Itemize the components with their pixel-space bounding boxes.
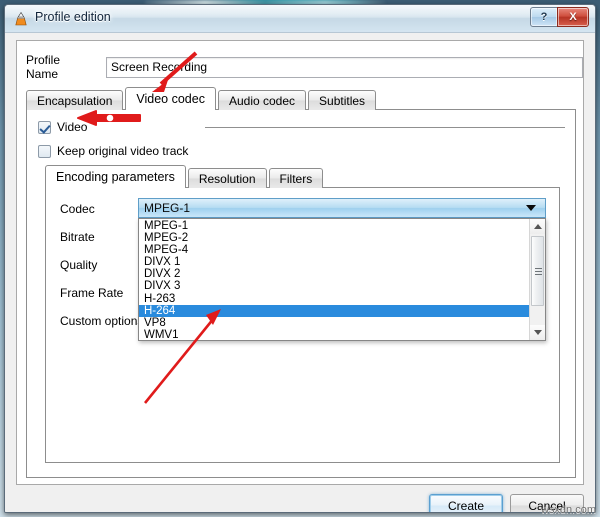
keep-original-track-checkbox[interactable] (38, 144, 51, 158)
codec-combobox-value: MPEG-1 (144, 201, 191, 215)
scrollbar-thumb[interactable] (531, 236, 544, 306)
bitrate-label: Bitrate (60, 230, 95, 244)
list-item[interactable]: DIVX 1 (139, 256, 529, 268)
dialog-content-panel: Profile Name Encapsulation Video codec A… (16, 40, 584, 485)
chevron-down-icon[interactable] (526, 205, 536, 211)
encoding-parameters-panel: Codec Bitrate Quality Frame Rate Custom … (45, 187, 560, 463)
profile-edition-dialog: Profile edition ? X Profile Name Encapsu… (4, 4, 596, 513)
video-codec-panel: Video Keep original video track Encoding… (26, 109, 576, 478)
vlc-cone-icon (15, 11, 27, 26)
profile-name-row: Profile Name (26, 53, 583, 81)
create-button[interactable]: Create (429, 494, 503, 512)
close-button[interactable]: X (557, 7, 589, 27)
tab-resolution[interactable]: Resolution (187, 168, 267, 188)
quality-label: Quality (60, 258, 98, 272)
tab-video-codec[interactable]: Video codec (125, 87, 216, 110)
video-checkbox-row[interactable]: Video (38, 120, 87, 134)
tab-audio-codec-label: Audio codec (228, 93, 296, 108)
tab-encoding-parameters-label: Encoding parameters (56, 170, 175, 184)
desktop-background: Profile edition ? X Profile Name Encapsu… (0, 0, 600, 517)
triangle-down-icon (533, 330, 542, 335)
tab-filters-label: Filters (279, 171, 313, 186)
list-item[interactable]: DIVX 3 (139, 280, 529, 292)
codec-combobox[interactable]: MPEG-1 (138, 198, 546, 218)
codec-dropdown-scrollbar[interactable] (529, 219, 545, 340)
codec-label: Codec (60, 202, 95, 216)
codec-dropdown-items: MPEG-1 MPEG-2 MPEG-4 DIVX 1 DIVX 2 DIVX … (139, 219, 529, 341)
encoding-tabstrip: Encoding parameters Resolution Filters (45, 165, 325, 188)
list-item-selected[interactable]: H-264 (139, 304, 529, 317)
scroll-down-button[interactable] (530, 325, 545, 340)
title-bar[interactable]: Profile edition ? X (5, 5, 595, 33)
tab-video-codec-label: Video codec (136, 92, 205, 106)
help-button[interactable]: ? (530, 7, 558, 27)
profile-name-label: Profile Name (26, 53, 61, 81)
list-item[interactable]: WMV1 (139, 329, 529, 341)
tab-subtitles[interactable]: Subtitles (308, 90, 377, 110)
video-checkbox-label: Video (57, 120, 88, 134)
tab-encapsulation-label: Encapsulation (37, 93, 113, 108)
dialog-client-area: Profile Name Encapsulation Video codec A… (5, 33, 595, 512)
tab-resolution-label: Resolution (198, 171, 256, 186)
scroll-up-button[interactable] (530, 219, 545, 234)
tab-subtitles-label: Subtitles (319, 93, 366, 108)
frame-rate-label: Frame Rate (60, 286, 124, 300)
list-item[interactable]: H-263 (139, 293, 529, 305)
list-item[interactable]: MPEG-1 (139, 220, 529, 232)
tab-encapsulation[interactable]: Encapsulation (26, 90, 124, 110)
watermark: wsxdn.com (540, 504, 596, 516)
tab-audio-codec[interactable]: Audio codec (217, 90, 307, 110)
grip-lines-icon (535, 268, 542, 275)
triangle-up-icon (533, 224, 542, 229)
list-item[interactable]: DIVX 2 (139, 268, 529, 280)
tab-filters[interactable]: Filters (268, 168, 324, 188)
profile-name-input[interactable] (106, 56, 583, 78)
list-item[interactable]: MPEG-4 (139, 244, 529, 256)
video-section-separator (205, 127, 565, 128)
keep-original-track-label: Keep original video track (57, 144, 189, 158)
keep-original-track-checkbox-row[interactable]: Keep original video track (38, 144, 188, 158)
list-item[interactable]: VP8 (139, 317, 529, 329)
video-codec-tabstrip: Encapsulation Video codec Audio codec Su… (26, 87, 378, 110)
video-checkbox[interactable] (38, 120, 51, 134)
codec-dropdown-list[interactable]: MPEG-1 MPEG-2 MPEG-4 DIVX 1 DIVX 2 DIVX … (138, 218, 546, 341)
window-title: Profile edition (35, 10, 111, 24)
tab-encoding-parameters[interactable]: Encoding parameters (45, 165, 186, 188)
custom-options-label: Custom options (60, 314, 144, 328)
list-item[interactable]: MPEG-2 (139, 232, 529, 244)
